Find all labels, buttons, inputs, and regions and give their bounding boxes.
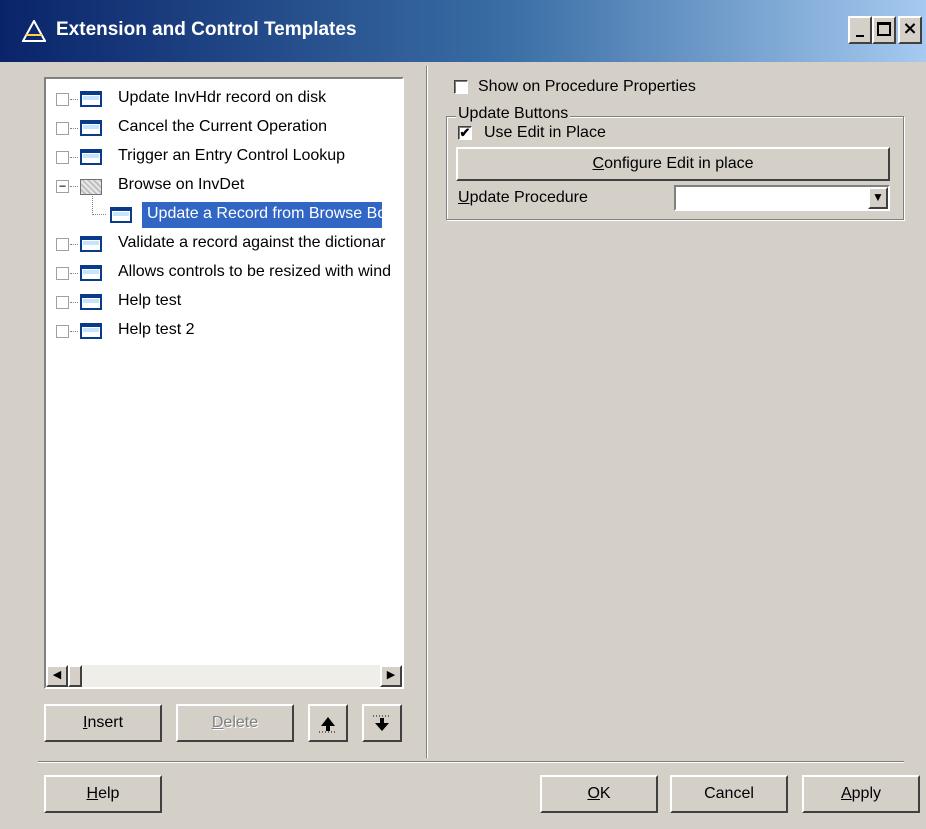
tree-leaf-box-icon	[56, 93, 69, 106]
configure-label-key: C	[592, 155, 605, 172]
arrow-right-icon: ▶	[386, 669, 396, 681]
window-icon	[80, 265, 102, 281]
tree-leaf-box-icon	[56, 238, 69, 251]
tree-item-label: Validate a record against the dictionar	[118, 234, 386, 251]
cancel-button[interactable]: Cancel	[670, 775, 788, 813]
tree-leaf-box-icon	[56, 267, 69, 280]
template-tree[interactable]: Update InvHdr record on disk Cancel the C…	[44, 77, 404, 689]
tree-connector	[70, 186, 78, 187]
chevron-down-icon: ▼	[872, 190, 884, 204]
show-on-properties-checkbox[interactable]	[454, 80, 468, 94]
dropdown-button[interactable]: ▼	[868, 187, 888, 209]
close-icon: ×	[902, 18, 918, 39]
tree-connector	[70, 244, 78, 245]
delete-button[interactable]: Delete	[176, 704, 294, 742]
dialog-window: Extension and Control Templates × Update…	[0, 0, 926, 829]
tree-item[interactable]: Update InvHdr record on disk	[46, 86, 402, 112]
help-label-post: elp	[98, 785, 120, 802]
window-icon	[80, 323, 102, 339]
insert-button[interactable]: Insert	[44, 704, 162, 742]
tree-connector	[70, 302, 78, 303]
tree-leaf-box-icon	[56, 325, 69, 338]
folder-icon	[80, 179, 102, 195]
horizontal-scrollbar[interactable]: ◀ ▶	[46, 665, 402, 687]
update-procedure-label-post: pdate Procedure	[469, 189, 588, 206]
vertical-separator	[426, 66, 428, 758]
delete-label-key: D	[211, 714, 224, 731]
ok-button[interactable]: OK	[540, 775, 658, 813]
collapse-icon[interactable]: −	[56, 180, 69, 193]
scroll-right-button[interactable]: ▶	[380, 665, 402, 687]
cancel-label: Cancel	[704, 785, 754, 802]
tree-leaf-box-icon	[56, 151, 69, 164]
tree-item-label-selected: Update a Record from Browse Bo	[142, 202, 386, 228]
arrow-left-icon: ◀	[52, 669, 62, 681]
tree-item-label: Allows controls to be resized with wind	[118, 263, 392, 280]
move-up-button[interactable]	[308, 704, 348, 742]
tree-connector	[70, 331, 78, 332]
horizontal-separator	[38, 761, 904, 763]
move-down-button[interactable]	[362, 704, 402, 742]
tree-item[interactable]: Validate a record against the dictionar	[46, 231, 402, 257]
window-icon	[80, 236, 102, 252]
help-button[interactable]: Help	[44, 775, 162, 813]
window-title: Extension and Control Templates	[56, 19, 357, 40]
apply-label-post: pply	[851, 785, 882, 802]
tree-item[interactable]: Help test 2	[46, 318, 402, 344]
tree-connector	[70, 157, 78, 158]
update-buttons-group-title: Update Buttons	[456, 105, 571, 123]
tree-item[interactable]: Cancel the Current Operation	[46, 115, 402, 141]
check-mark-icon: ✔	[459, 125, 471, 140]
tree-connector	[70, 99, 78, 100]
ok-label-key: O	[587, 785, 600, 802]
tree-item[interactable]: Help test	[46, 289, 402, 315]
window-icon	[110, 207, 132, 223]
tree-leaf-box-icon	[56, 296, 69, 309]
window-icon	[80, 91, 102, 107]
tree-item-label: Update InvHdr record on disk	[118, 89, 327, 106]
window-icon	[80, 294, 102, 310]
scroll-left-button[interactable]: ◀	[46, 665, 68, 687]
ok-label-post: K	[599, 785, 611, 802]
tree-connector	[92, 196, 106, 215]
insert-label-post: nsert	[87, 714, 124, 731]
tree-item[interactable]: Trigger an Entry Control Lookup	[46, 144, 402, 170]
maximize-icon	[877, 22, 891, 36]
delete-label-post: elete	[223, 714, 259, 731]
tree-item-label: Cancel the Current Operation	[118, 118, 327, 135]
tree-item-label: Help test 2	[118, 321, 195, 338]
use-edit-in-place-label: Use Edit in Place	[484, 124, 606, 141]
tree-item[interactable]: Update a Record from Browse Bo	[46, 196, 402, 228]
maximize-button[interactable]	[872, 16, 896, 44]
app-logo-icon	[22, 20, 46, 42]
apply-button[interactable]: Apply	[802, 775, 920, 813]
apply-label-key: A	[840, 785, 852, 802]
tree-connector	[70, 128, 78, 129]
tree-item-label: Trigger an Entry Control Lookup	[118, 147, 346, 164]
move-up-icon	[319, 717, 337, 733]
use-edit-in-place-checkbox[interactable]: ✔	[458, 126, 472, 140]
close-button[interactable]: ×	[898, 16, 922, 44]
show-on-properties-label: Show on Procedure Properties	[478, 78, 696, 95]
tree-leaf-box-icon	[56, 122, 69, 135]
scroll-thumb[interactable]	[68, 665, 82, 687]
update-procedure-select[interactable]: ▼	[674, 185, 890, 211]
tree-item-label: Help test	[118, 292, 182, 309]
configure-label-post: onfigure Edit in place	[604, 155, 754, 172]
update-procedure-label-key: U	[458, 189, 470, 206]
minimize-button[interactable]	[848, 16, 872, 44]
configure-edit-in-place-button[interactable]: Configure Edit in place	[456, 147, 890, 181]
window-icon	[80, 120, 102, 136]
tree-item-label: Browse on InvDet	[118, 176, 245, 193]
update-procedure-label: Update Procedure	[458, 189, 588, 207]
window-icon	[80, 149, 102, 165]
tree-item[interactable]: Allows controls to be resized with wind	[46, 260, 402, 286]
title-bar[interactable]: Extension and Control Templates ×	[0, 0, 926, 62]
minimize-icon	[856, 35, 864, 37]
help-label-key: H	[86, 785, 99, 802]
move-down-icon	[373, 715, 391, 731]
tree-connector	[70, 273, 78, 274]
